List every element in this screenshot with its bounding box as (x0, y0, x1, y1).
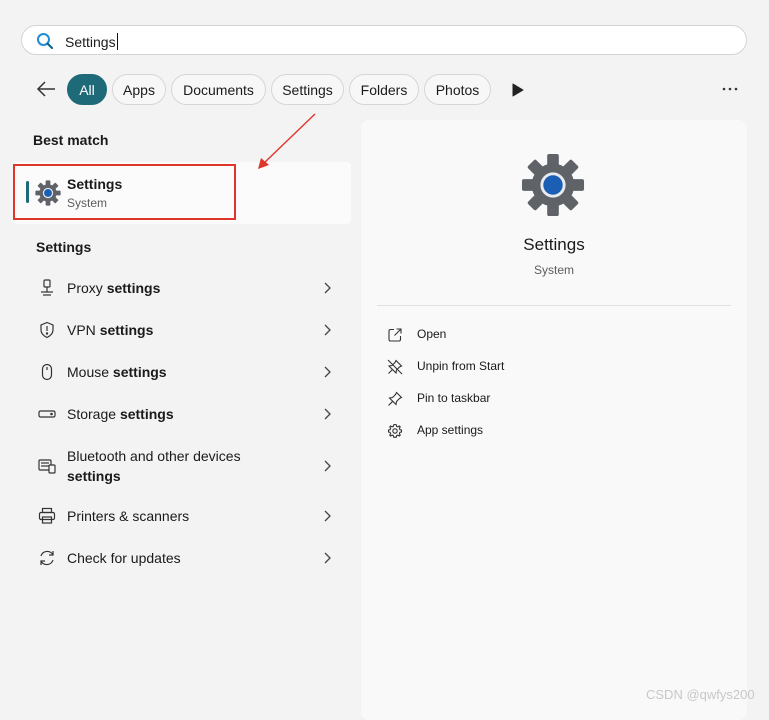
list-item-label: Check for updates (67, 550, 181, 566)
detail-title: Settings (523, 235, 585, 254)
search-icon (37, 33, 54, 50)
action-label: Unpin from Start (417, 359, 505, 373)
list-item-proxy-settings[interactable]: Proxy settings (26, 269, 344, 307)
best-match-heading: Best match (33, 132, 109, 148)
action-open[interactable]: Open (387, 324, 587, 346)
pin-icon (388, 391, 403, 406)
chevron-right-icon (324, 408, 331, 420)
action-unpin-from-start[interactable]: Unpin from Start (387, 356, 587, 378)
shield-icon (40, 321, 54, 339)
chevron-right-icon (324, 460, 331, 472)
annotation-highlight-box (13, 164, 236, 220)
list-item-label: Printers & scanners (67, 508, 190, 524)
list-item-label: Proxy settings (67, 280, 161, 296)
list-item-vpn-settings[interactable]: VPN settings (26, 311, 344, 349)
list-item-label: Bluetooth and other devices settings (67, 448, 241, 484)
settings-gear-icon (521, 153, 585, 217)
settings-section-heading: Settings (36, 239, 92, 255)
list-item-label: VPN settings (67, 322, 154, 338)
storage-icon (38, 410, 56, 418)
chevron-right-icon (324, 282, 331, 294)
proxy-icon (41, 279, 53, 296)
filter-chip-apps[interactable]: Apps (112, 74, 166, 105)
action-label: App settings (417, 423, 484, 437)
devices-icon (38, 459, 56, 474)
gear-icon (387, 423, 403, 438)
list-item-label: Storage settings (67, 406, 174, 422)
action-label: Open (417, 327, 447, 341)
filter-chip-folders[interactable]: Folders (349, 74, 419, 105)
chevron-right-icon (324, 552, 331, 564)
unpin-icon (387, 359, 403, 375)
filter-chip-settings[interactable]: Settings (271, 74, 344, 105)
list-item-bluetooth-settings[interactable]: Bluetooth and other devices settings (26, 443, 344, 489)
list-item-mouse-settings[interactable]: Mouse settings (26, 353, 344, 391)
chevron-right-icon (324, 510, 331, 522)
annotation-arrow (258, 113, 316, 169)
action-pin-to-taskbar[interactable]: Pin to taskbar (387, 388, 587, 410)
filter-chip-photos[interactable]: Photos (424, 74, 491, 105)
list-item-check-updates[interactable]: Check for updates (26, 539, 344, 577)
printer-icon (38, 507, 56, 524)
back-arrow-icon[interactable] (35, 79, 57, 99)
list-item-label: Mouse settings (67, 364, 167, 380)
search-input[interactable]: Settings (65, 33, 118, 50)
mouse-icon (41, 363, 53, 381)
watermark: CSDN @qwfys200 (646, 687, 755, 702)
open-icon (388, 328, 402, 342)
more-options-icon[interactable] (720, 82, 740, 96)
list-item-printers-scanners[interactable]: Printers & scanners (26, 497, 344, 535)
action-app-settings[interactable]: App settings (387, 420, 587, 442)
filter-chip-all[interactable]: All (67, 74, 107, 105)
divider (377, 305, 731, 306)
play-icon[interactable] (512, 83, 524, 97)
search-bar[interactable]: Settings (21, 25, 747, 55)
action-label: Pin to taskbar (417, 391, 491, 405)
detail-subtitle: System (533, 263, 574, 277)
chevron-right-icon (324, 324, 331, 336)
refresh-icon (40, 550, 54, 566)
filter-chip-documents[interactable]: Documents (171, 74, 266, 105)
list-item-storage-settings[interactable]: Storage settings (26, 395, 344, 433)
chevron-right-icon (324, 366, 331, 378)
